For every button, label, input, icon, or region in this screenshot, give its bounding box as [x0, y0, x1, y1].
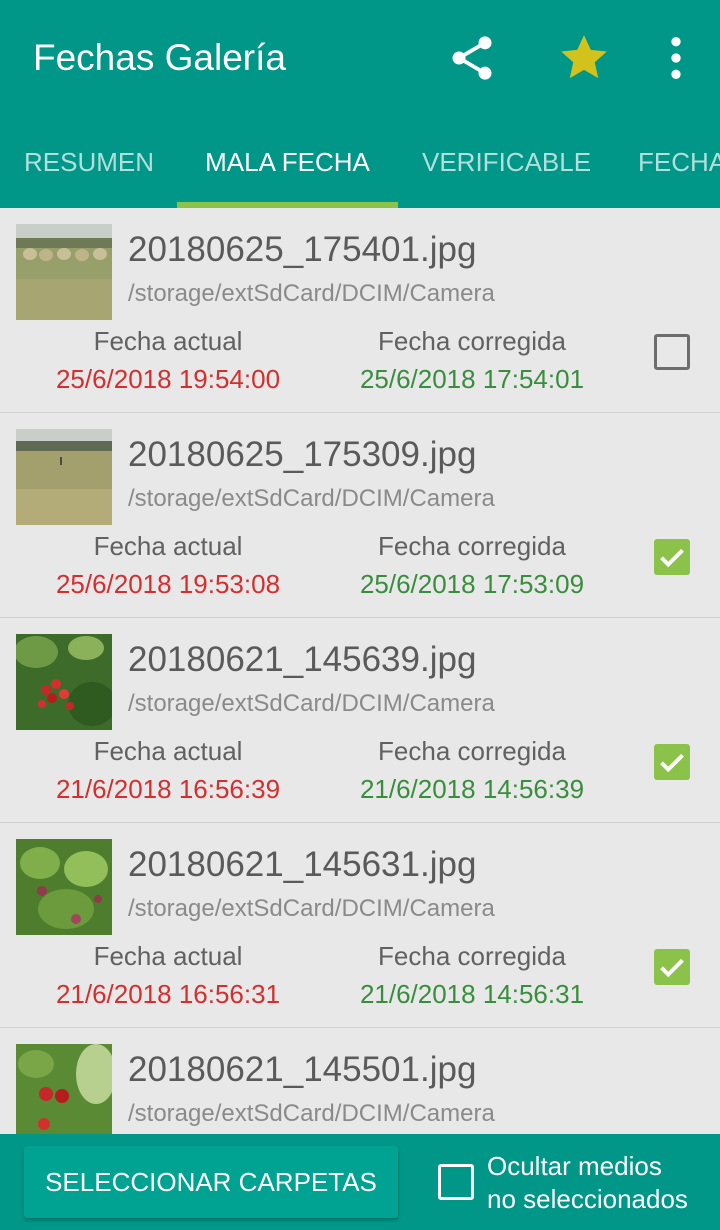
corrected-date: 21/6/2018 14:56:39: [359, 774, 585, 804]
file-path: /storage/extSdCard/DCIM/Camera: [128, 1100, 495, 1127]
tab-verificable[interactable]: VERIFICABLE: [422, 120, 591, 208]
tab-mala-fecha[interactable]: MALA FECHA: [177, 120, 398, 208]
tab-resumen[interactable]: RESUMEN: [24, 120, 154, 208]
hide-unselected-label[interactable]: Ocultar medios no seleccionados: [487, 1150, 688, 1216]
list-item[interactable]: 20180621_145639.jpg /storage/extSdCard/D…: [0, 618, 720, 823]
more-vert-icon: [671, 37, 681, 79]
photo-thumbnail: [16, 224, 112, 320]
tab-fecha[interactable]: FECHA: [638, 120, 720, 208]
select-checkbox[interactable]: [654, 334, 690, 370]
check-icon: [660, 548, 684, 568]
file-path: /storage/extSdCard/DCIM/Camera: [128, 280, 495, 307]
share-button[interactable]: [444, 30, 500, 86]
file-name: 20180621_145631.jpg: [128, 845, 477, 884]
file-name: 20180621_145639.jpg: [128, 640, 477, 679]
favorite-button[interactable]: [556, 30, 612, 86]
select-folders-button[interactable]: SELECCIONAR CARPETAS: [24, 1146, 398, 1218]
tab-bar: RESUMEN MALA FECHA VERIFICABLE FECHA: [0, 120, 720, 208]
file-path: /storage/extSdCard/DCIM/Camera: [128, 895, 495, 922]
label-fecha-corregida: Fecha corregida: [378, 531, 566, 561]
corrected-date: 21/6/2018 14:56:31: [359, 979, 585, 1009]
overflow-menu-button[interactable]: [648, 30, 704, 86]
label-fecha-corregida: Fecha corregida: [378, 326, 566, 356]
file-name: 20180621_145501.jpg: [128, 1050, 477, 1089]
file-path: /storage/extSdCard/DCIM/Camera: [128, 485, 495, 512]
corrected-date: 25/6/2018 17:54:01: [359, 364, 585, 394]
photo-thumbnail: [16, 839, 112, 935]
select-checkbox[interactable]: [654, 744, 690, 780]
select-checkbox[interactable]: [654, 539, 690, 575]
list-item[interactable]: 20180621_145631.jpg /storage/extSdCard/D…: [0, 823, 720, 1028]
check-icon: [660, 958, 684, 978]
hide-unselected-label-line2: no seleccionados: [487, 1184, 688, 1214]
file-path: /storage/extSdCard/DCIM/Camera: [128, 690, 495, 717]
app-title: Fechas Galería: [33, 37, 286, 78]
check-icon: [660, 753, 684, 773]
corrected-date: 25/6/2018 17:53:09: [359, 569, 585, 599]
label-fecha-actual: Fecha actual: [93, 736, 243, 766]
bottom-bar: SELECCIONAR CARPETAS Ocultar medios no s…: [0, 1134, 720, 1230]
file-name: 20180625_175309.jpg: [128, 435, 477, 474]
select-checkbox[interactable]: [654, 949, 690, 985]
photo-thumbnail: [16, 429, 112, 525]
current-date: 25/6/2018 19:53:08: [55, 569, 281, 599]
label-fecha-actual: Fecha actual: [93, 531, 243, 561]
label-fecha-actual: Fecha actual: [93, 326, 243, 356]
hide-unselected-checkbox[interactable]: [438, 1164, 474, 1200]
current-date: 21/6/2018 16:56:31: [55, 979, 281, 1009]
photo-thumbnail: [16, 1044, 112, 1134]
hide-unselected-label-line1: Ocultar medios: [487, 1151, 662, 1181]
label-fecha-actual: Fecha actual: [93, 941, 243, 971]
star-icon: [561, 35, 607, 79]
list-item[interactable]: 20180625_175309.jpg /storage/extSdCard/D…: [0, 413, 720, 618]
file-name: 20180625_175401.jpg: [128, 230, 477, 269]
photo-list[interactable]: 20180625_175401.jpg /storage/extSdCard/D…: [0, 208, 720, 1134]
list-item[interactable]: 20180621_145501.jpg /storage/extSdCard/D…: [0, 1028, 720, 1134]
app-bar: Fechas Galería RESUMEN MALA FECHA VERIFI…: [0, 0, 720, 208]
list-item[interactable]: 20180625_175401.jpg /storage/extSdCard/D…: [0, 208, 720, 413]
current-date: 21/6/2018 16:56:39: [55, 774, 281, 804]
label-fecha-corregida: Fecha corregida: [378, 941, 566, 971]
photo-thumbnail: [16, 634, 112, 730]
label-fecha-corregida: Fecha corregida: [378, 736, 566, 766]
share-icon: [452, 36, 492, 80]
current-date: 25/6/2018 19:54:00: [55, 364, 281, 394]
